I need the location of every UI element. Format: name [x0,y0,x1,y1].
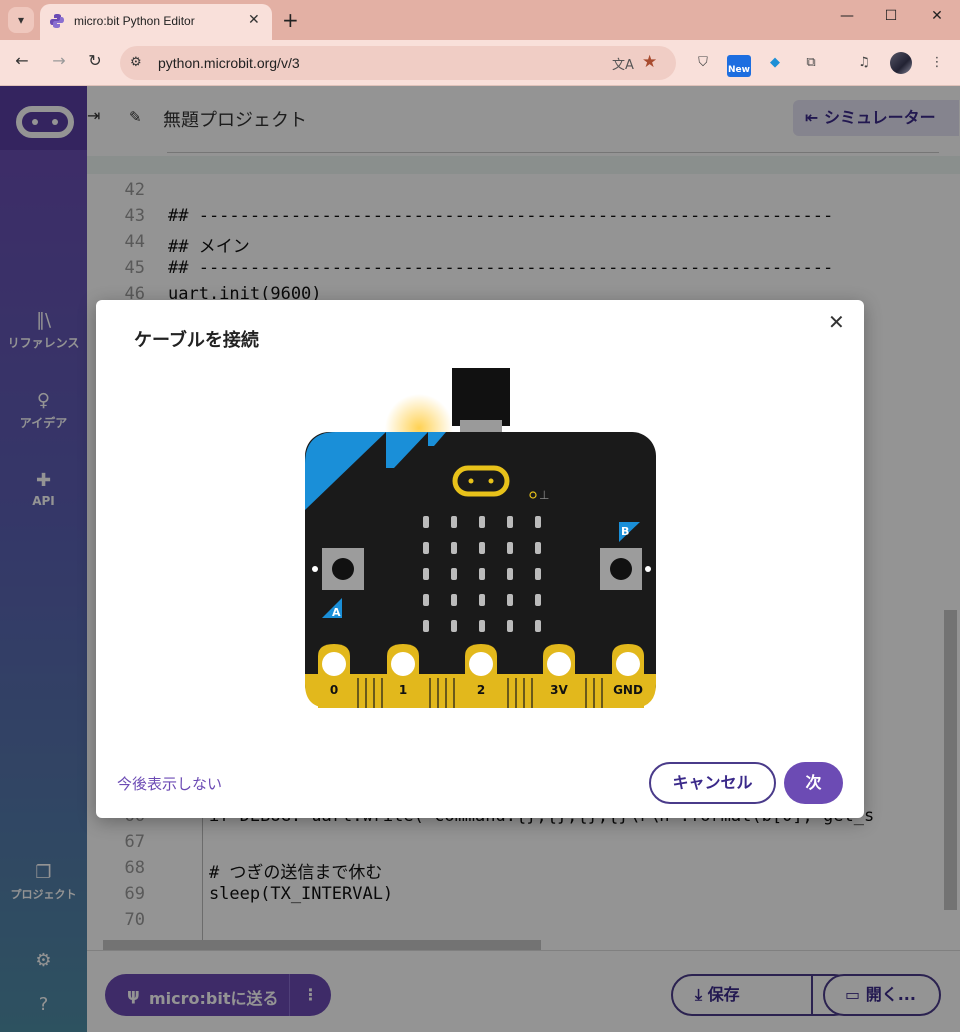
browser-toolbar: ← → ↻ ⚙ python.microbit.org/v/3 文A ★ ⛉ ◆… [0,40,960,86]
dialog-close-icon[interactable]: ✕ [828,310,845,334]
extension-shield-icon[interactable]: ⛉ [694,54,712,72]
maximize-button[interactable]: ☐ [868,8,914,24]
bookmark-star-icon[interactable]: ★ [642,52,657,72]
url-text[interactable]: python.microbit.org/v/3 [158,55,300,71]
tab-title: micro:bit Python Editor [74,14,195,28]
browser-tab-active[interactable]: micro:bit Python Editor ✕ [40,4,272,40]
site-info-icon[interactable]: ⚙ [130,55,142,70]
svg-text:⊥: ⊥ [539,488,549,502]
extension-fox-icon[interactable]: ◆ [766,54,784,72]
pin-label: 3V [550,683,568,697]
usb-cable-plug [452,368,510,426]
pin-label: 2 [477,683,485,697]
button-b-label: B [621,525,629,538]
cancel-button[interactable]: キャンセル [649,762,776,804]
extension-new-badge[interactable]: New [727,55,751,77]
pin-label: 0 [330,683,338,697]
media-control-icon[interactable]: ♫ [855,54,873,72]
button-a-label: A [332,606,341,619]
minimize-button[interactable]: — [824,8,870,24]
dont-show-again-link[interactable]: 今後表示しない [117,773,222,794]
window-close-button[interactable]: ✕ [914,8,960,24]
address-bar[interactable]: ⚙ python.microbit.org/v/3 文A ★ [120,46,676,80]
reload-icon[interactable]: ↻ [83,51,107,70]
browser-tabstrip: ▾ micro:bit Python Editor ✕ + — ☐ ✕ [0,0,960,40]
microbit-cable-illustration: ⊥ A B 0 1 2 3V GND [305,368,656,708]
tab-search-button[interactable]: ▾ [8,7,34,33]
extensions-puzzle-icon[interactable]: ⧉ [802,54,820,72]
profile-avatar[interactable] [890,52,912,74]
python-favicon-icon [50,14,64,28]
next-button[interactable]: 次 [784,762,843,804]
dialog-title: ケーブルを接続 [134,330,259,351]
back-icon[interactable]: ← [10,51,34,70]
tab-close-icon[interactable]: ✕ [248,12,260,28]
connect-cable-dialog: ケーブルを接続 ✕ ⊥ A B 0 1 2 3V GND 今後表示しない キャン… [96,300,864,818]
pin-label: GND [613,683,643,697]
new-tab-button[interactable]: + [282,6,299,34]
forward-icon[interactable]: → [47,51,71,70]
browser-menu-icon[interactable]: ⋮ [928,54,946,72]
pin-label: 1 [399,683,407,697]
translate-icon[interactable]: 文A [612,54,634,73]
